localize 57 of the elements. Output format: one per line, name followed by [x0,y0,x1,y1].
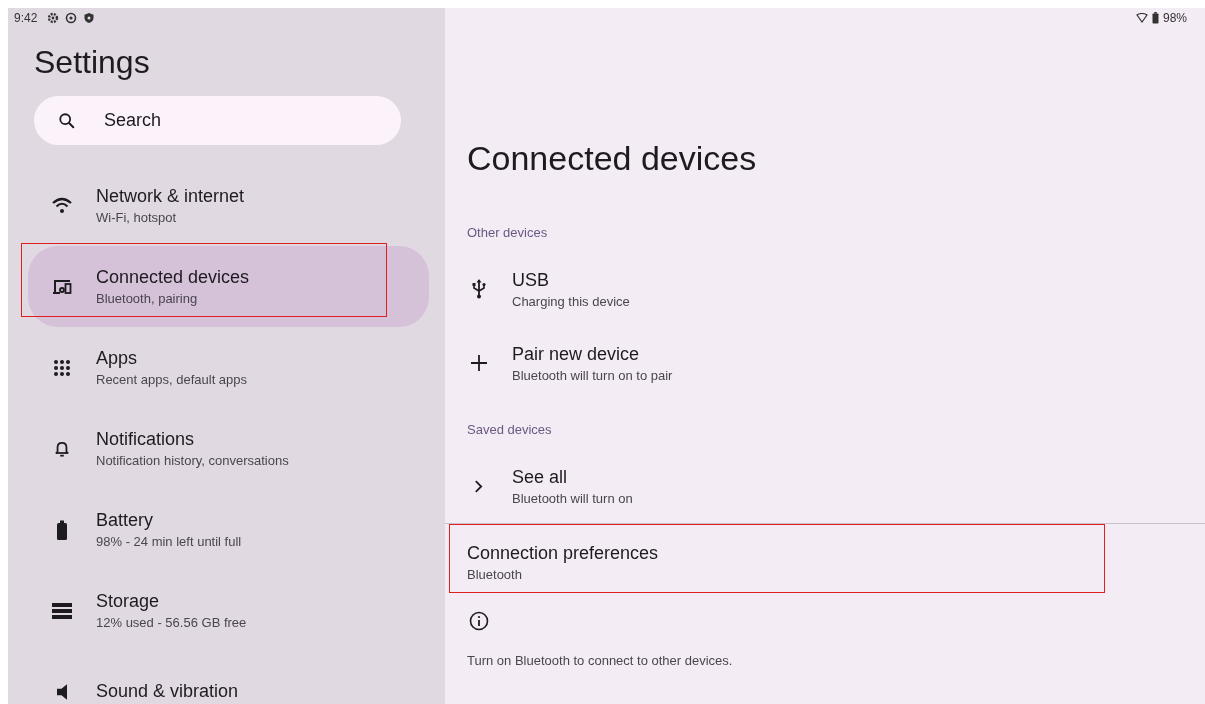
item-subtitle: 12% used - 56.56 GB free [96,615,247,630]
list-item[interactable]: See all Bluetooth will turn on [445,449,1205,523]
sidebar-item[interactable]: Apps Recent apps, default apps [28,327,429,408]
search-icon [58,111,76,130]
apps-grid-icon [53,358,71,377]
circle-icon [65,12,78,24]
item-title: Notifications [96,429,196,450]
item-title: Apps [96,348,139,369]
info-icon [469,611,489,631]
footer-text: Turn on Bluetooth to connect to other devices. [467,653,734,668]
sidebar-item[interactable]: Notifications Notification history, conversations [28,408,429,489]
section-header: Saved devices [467,422,553,438]
item-title: Battery [96,510,155,531]
item-title: Storage [96,591,161,612]
item-title: Connected devices [96,267,250,288]
page-title: Connected devices [467,138,758,178]
item-title: USB [512,269,550,291]
chevron-right-icon [474,479,483,493]
item-subtitle: 98% - 24 min left until full [96,534,242,549]
section-header: Other devices [467,225,549,241]
shield-icon [83,12,96,24]
devices-icon [51,277,73,296]
item-title: Network & internet [96,186,245,207]
item-subtitle: Notification history, conversations [96,453,289,468]
settings-title: Settings [34,44,151,81]
item-subtitle: Wi-Fi, hotspot [96,210,178,225]
item-subtitle: Bluetooth will turn on [512,490,633,506]
item-subtitle: Charging this device [512,293,630,309]
search-field[interactable]: Search [34,96,401,145]
wifi-icon [1135,13,1148,23]
bell-icon [54,439,70,458]
list-item[interactable]: USB Charging this device [445,252,1205,326]
item-subtitle: Recent apps, default apps [96,372,248,387]
item-subtitle: Bluetooth [467,567,523,582]
list-item[interactable]: Pair new device Bluetooth will turn on to pair [445,326,1205,400]
plus-icon [470,355,487,371]
item-title: See all [512,466,569,488]
item-subtitle: Bluetooth will turn on to pair [512,367,673,383]
storage-icon [52,602,72,619]
item-title: Connection preferences [467,543,660,564]
item-title: Pair new device [512,343,641,365]
sidebar-item[interactable]: Network & internet Wi-Fi, hotspot [28,165,429,246]
status-time: 9:42 [14,11,38,25]
item-subtitle: Bluetooth, pairing [96,291,199,306]
sidebar-item[interactable]: Battery 98% - 24 min left until full [28,489,429,570]
speaker-icon [57,683,67,700]
search-input[interactable]: Search [102,109,366,132]
list-item[interactable]: Connection preferences Bluetooth [445,524,1205,596]
sidebar-item[interactable]: Storage 12% used - 56.56 GB free [28,570,429,651]
usb-icon [471,279,486,299]
battery-icon [56,519,68,540]
battery-icon [1151,12,1159,24]
wifi-icon [51,196,73,215]
gear-icon [47,12,60,24]
item-title: Sound & vibration [96,681,239,702]
battery-percent: 98% [1162,11,1187,25]
sidebar-item[interactable]: Sound & vibration [28,651,429,704]
